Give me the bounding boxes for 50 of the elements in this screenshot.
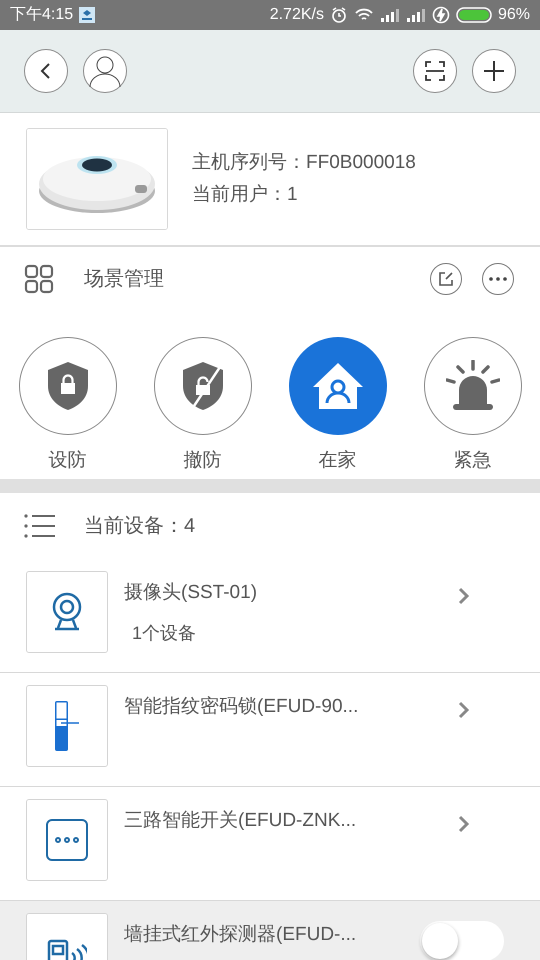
siren-icon — [446, 360, 500, 412]
motion-sensor-icon — [47, 939, 87, 960]
user-label: 当前用户： — [192, 183, 287, 207]
scan-icon — [424, 60, 446, 82]
network-speed: 2.72K/s — [270, 5, 324, 25]
mode-label: 紧急 — [454, 449, 492, 473]
add-icon — [482, 59, 506, 83]
serial-number: FF0B000018 — [306, 150, 416, 174]
mode-label: 在家 — [318, 449, 356, 473]
mode-label: 设防 — [48, 449, 86, 473]
device-name: 三路智能开关(EFUD-ZNK... — [124, 809, 358, 833]
device-count: 4 — [184, 514, 196, 539]
user-count: 1 — [287, 183, 298, 207]
list-icon — [24, 514, 56, 538]
battery-percent: 96% — [498, 5, 530, 25]
door-lock-icon — [54, 700, 80, 752]
house-icon — [310, 361, 364, 411]
more-button[interactable] — [482, 263, 514, 295]
signal-icon — [406, 8, 426, 22]
chevron-right-icon — [458, 815, 470, 833]
signal-icon — [380, 8, 400, 22]
flash-icon — [432, 6, 450, 24]
serial-label: 主机序列号： — [192, 150, 306, 174]
device-name: 智能指纹密码锁(EFUD-90... — [124, 695, 360, 719]
notification-icon — [79, 7, 96, 23]
device-name: 摄像头(SST-01) — [124, 581, 258, 605]
chevron-right-icon — [458, 701, 470, 719]
device-name: 墙挂式红外探测器(EFUD-... — [124, 923, 358, 947]
device-row[interactable]: 墙挂式红外探测器(EFUD-... — [0, 901, 540, 960]
toggle-switch[interactable] — [420, 921, 504, 960]
edit-icon — [438, 271, 454, 287]
shield-unlock-icon — [182, 361, 224, 411]
edit-button[interactable] — [430, 263, 462, 295]
back-button[interactable] — [24, 49, 68, 93]
grid-icon — [24, 264, 54, 294]
scan-button[interactable] — [413, 49, 457, 93]
add-button[interactable] — [472, 49, 516, 93]
device-detail: 1个设备 — [131, 622, 198, 644]
chevron-right-icon — [458, 587, 470, 605]
more-icon — [489, 277, 507, 281]
status-time: 下午4:15 — [10, 5, 74, 25]
section-title: 当前设备： — [84, 514, 184, 539]
shield-lock-icon — [46, 361, 88, 411]
camera-icon — [50, 592, 84, 632]
profile-button[interactable] — [83, 49, 127, 93]
alarm-clock-icon — [330, 6, 348, 24]
section-title: 场景管理 — [84, 267, 165, 292]
switch-panel-icon — [46, 819, 88, 861]
battery-icon — [456, 6, 492, 24]
mode-label: 撤防 — [184, 449, 222, 473]
